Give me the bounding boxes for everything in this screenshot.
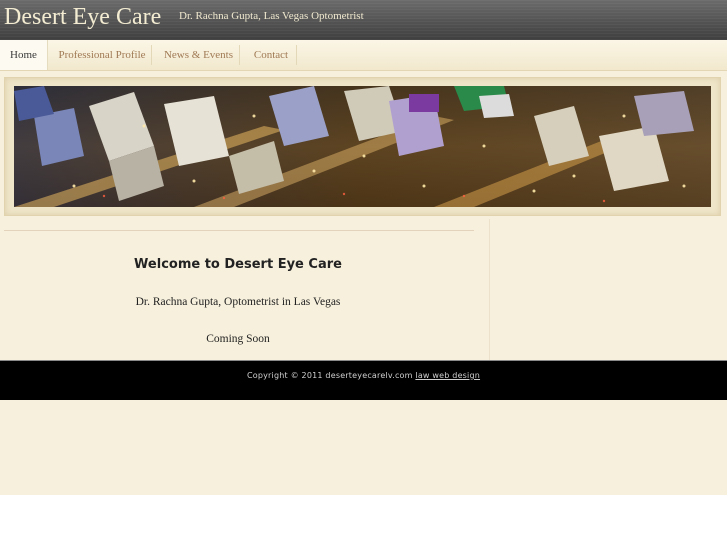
site-header: Desert Eye Care Dr. Rachna Gupta, Las Ve… (0, 0, 727, 40)
nav-divider (151, 45, 152, 65)
site-footer: Copyright © 2011 deserteyecarelv.com law… (0, 360, 727, 400)
coming-soon-text: Coming Soon (206, 333, 270, 345)
law-web-design-link[interactable]: law web design (415, 371, 480, 380)
page-background: Desert Eye Care Dr. Rachna Gupta, Las Ve… (0, 0, 727, 495)
doctor-subheading: Dr. Rachna Gupta, Optometrist in Las Veg… (135, 296, 341, 308)
nav-item-home[interactable]: Home (0, 40, 48, 70)
site-title[interactable]: Desert Eye Care (4, 4, 161, 31)
nav-divider (296, 45, 297, 65)
las-vegas-night-banner-image (14, 86, 711, 207)
banner-frame (4, 77, 721, 216)
nav-divider (239, 45, 240, 65)
main-navigation: Home Professional Profile News & Events … (0, 40, 727, 71)
nav-item-contact[interactable]: Contact (247, 40, 295, 70)
site-tagline: Dr. Rachna Gupta, Las Vegas Optometrist (179, 10, 364, 22)
footer-copyright-line: Copyright © 2011 deserteyecarelv.com law… (0, 371, 727, 380)
content-divider (4, 230, 474, 231)
nav-item-news-events[interactable]: News & Events (160, 40, 237, 70)
sidebar-divider (489, 219, 490, 360)
copyright-text: Copyright © 2011 deserteyecarelv.com (246, 371, 413, 380)
nav-item-professional-profile[interactable]: Professional Profile (56, 40, 148, 70)
welcome-heading: Welcome to Desert Eye Care (134, 257, 342, 272)
